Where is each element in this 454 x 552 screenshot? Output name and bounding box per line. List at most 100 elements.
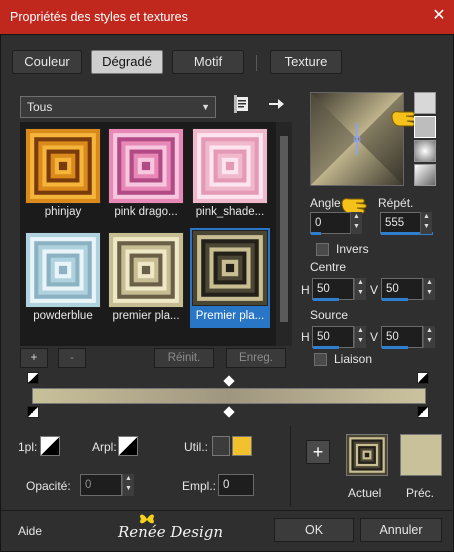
repeat-value: 555 (385, 217, 405, 229)
gradient-thumbnail (192, 230, 268, 306)
thumbnail-ring (225, 161, 235, 171)
tab-divider (256, 55, 257, 71)
current-swatch (346, 434, 388, 476)
previous-label: Préc. (406, 486, 435, 500)
section-divider (290, 426, 291, 506)
gradient-thumbnail (108, 128, 184, 204)
gallery-item-caption: powderblue (33, 310, 93, 322)
center-v-slider-bar[interactable] (382, 298, 408, 301)
center-label: Centre (310, 260, 347, 274)
previous-swatch[interactable] (400, 434, 442, 476)
gradient-ramp[interactable] (32, 388, 426, 404)
radial-style-swatch[interactable] (414, 164, 436, 186)
gradient-thumbnail (192, 128, 268, 204)
help-link[interactable]: Aide (18, 524, 42, 538)
gallery-item-caption: pink drago... (114, 206, 178, 218)
source-label: Source (310, 308, 349, 322)
gradient-thumbnail (25, 128, 101, 204)
sunburst-style-swatch[interactable] (414, 140, 436, 162)
library-icon[interactable] (234, 95, 250, 113)
tab-degrade[interactable]: Dégradé (91, 50, 163, 74)
scrollbar-thumb[interactable] (280, 136, 288, 322)
source-v-slider-bar[interactable] (382, 346, 408, 349)
gradient-thumbnail (25, 232, 101, 308)
link-checkbox[interactable] (314, 353, 327, 366)
arrow-right-icon[interactable] (268, 96, 284, 112)
link-label: Liaison (334, 352, 373, 366)
tab-motif[interactable]: Motif (172, 50, 244, 74)
gallery-item-caption: phinjay (44, 206, 82, 218)
rectangular-style-swatch[interactable] (414, 116, 436, 138)
center-h-slider-bar[interactable] (313, 298, 339, 301)
gradient-stop-marker[interactable] (27, 372, 39, 384)
center-h-stepper[interactable]: ▲ ▼ (354, 278, 366, 300)
gallery-scrollbar[interactable] (276, 122, 292, 346)
user-stop-empty-swatch[interactable] (212, 436, 230, 456)
title-bar: Propriétés des styles et textures ✕ (0, 0, 454, 34)
invert-label: Invers (336, 242, 369, 256)
foreground-stop-swatch[interactable] (40, 436, 60, 456)
opacity-stepper[interactable]: ▲ ▼ (122, 474, 134, 496)
center-v-stepper[interactable]: ▲ ▼ (423, 278, 435, 300)
source-h-input[interactable]: 50 (312, 326, 354, 349)
remove-gradient-button[interactable]: - (58, 348, 86, 368)
chevron-down-icon: ▼ (201, 102, 210, 112)
source-h-stepper[interactable]: ▲ ▼ (354, 326, 366, 348)
gallery-item-caption: Premier pla... (195, 310, 265, 322)
dropdown-arrow-icon (352, 212, 360, 234)
thumbnail-ring (141, 265, 151, 275)
center-h-value: 50 (317, 283, 330, 295)
gradient-stop-marker[interactable] (417, 406, 429, 418)
tab-texture[interactable]: Texture (270, 50, 342, 74)
cancel-button[interactable]: Annuler (360, 518, 442, 542)
gallery-item[interactable]: phinjay (23, 126, 103, 222)
source-v-input[interactable]: 50 (381, 326, 423, 349)
background-stop-label: Arpl: (92, 440, 117, 454)
linear-style-swatch[interactable] (414, 92, 436, 114)
add-to-swatches-button[interactable]: + (306, 440, 330, 464)
gradient-stop-marker[interactable] (417, 372, 429, 384)
center-v-label: V (370, 283, 379, 297)
gallery-item[interactable]: premier pla... (106, 230, 186, 326)
category-value: Tous (27, 100, 53, 114)
foreground-stop-label: 1pl: (18, 440, 38, 454)
add-gradient-button[interactable]: + (20, 348, 48, 368)
center-v-input[interactable]: 50 (381, 278, 423, 301)
ok-button[interactable]: OK (274, 518, 354, 542)
user-color-swatch[interactable] (232, 436, 252, 456)
footer-divider (0, 510, 454, 511)
opacity-value: 0 (85, 479, 92, 491)
watermark: Renée Design (118, 523, 224, 541)
reset-button[interactable]: Réinit. (154, 348, 214, 368)
center-h-input[interactable]: 50 (312, 278, 354, 301)
angle-label: Angle (310, 196, 341, 210)
invert-checkbox[interactable] (316, 243, 329, 256)
repeat-label: Répét. (378, 196, 414, 210)
repeat-stepper[interactable]: ▲ ▼ (420, 212, 432, 234)
gallery-item[interactable]: pink drago... (106, 126, 186, 222)
location-label: Empl.: (182, 479, 217, 493)
close-icon[interactable]: ✕ (430, 7, 448, 25)
thumbnail-ring (58, 161, 68, 171)
gallery-item[interactable]: pink_shade... (190, 126, 270, 222)
category-dropdown[interactable]: Tous ▼ (20, 96, 216, 118)
tab-couleur[interactable]: Couleur (12, 50, 82, 74)
gradient-thumbnail (108, 232, 184, 308)
gallery-item[interactable]: powderblue (23, 230, 103, 326)
source-v-label: V (370, 330, 379, 344)
opacity-input[interactable]: 0 (80, 474, 122, 496)
center-h-label: H (301, 283, 310, 297)
gallery-item-selected[interactable]: Premier pla... (190, 228, 270, 328)
thumbnail-ring (141, 161, 151, 171)
source-h-slider-bar[interactable] (313, 346, 339, 349)
gallery-item-caption: premier pla... (112, 310, 180, 322)
window-title: Propriétés des styles et textures (10, 10, 188, 24)
thumbnail-ring (364, 452, 370, 458)
source-v-stepper[interactable]: ▲ ▼ (423, 326, 435, 348)
location-input[interactable]: 0 (218, 474, 254, 496)
opacity-label: Opacité: (26, 479, 71, 493)
background-stop-swatch[interactable] (118, 436, 138, 456)
gradient-stop-marker[interactable] (27, 406, 39, 418)
save-preset-button[interactable]: Enreg. (226, 348, 286, 368)
angle-slider-bar[interactable] (311, 232, 321, 235)
